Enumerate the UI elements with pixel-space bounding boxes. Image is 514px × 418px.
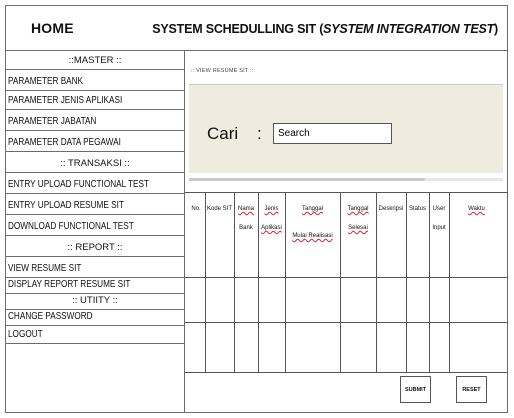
app-title-main: SYSTEM SCHEDULLING SIT (	[152, 22, 324, 36]
col-header-user: User	[432, 206, 446, 212]
sidebar-item-label: PARAMETER JABATAN	[8, 116, 97, 127]
col-header-tanggal-selesai-line2: Selesai	[348, 225, 368, 231]
col-header-user-line2: Input	[432, 225, 446, 231]
col-header-tanggal-mulai-line2: Mulai Realisasi	[292, 233, 333, 239]
col-header-nama: Nama	[237, 206, 254, 212]
sidebar-item-label: DISPLAY REPORT RESUME SIT	[8, 279, 131, 290]
table-col-divider	[258, 192, 259, 373]
resume-table: No. Kode SIT Nama Bank Jenis Aplikasi Ta…	[185, 192, 508, 373]
sidebar-menu: ::MASTER :: PARAMETER BANK PARAMETER JEN…	[5, 51, 185, 413]
table-col-divider	[285, 192, 286, 373]
sidebar-section-label: ::MASTER ::	[68, 55, 122, 66]
sidebar-item-label: PARAMETER JENIS APLIKASI	[8, 95, 123, 106]
table-col-divider	[340, 192, 341, 373]
col-header-deskripsi: Deskripsi	[378, 206, 404, 212]
sidebar-section-master: ::MASTER ::	[5, 51, 185, 70]
col-header-jenis-line2: Aplikasi	[261, 225, 282, 231]
sidebar-section-label: :: UTIITY ::	[72, 295, 118, 306]
home-link[interactable]: HOME	[31, 20, 74, 36]
sidebar-item-parameter-jenis-aplikasi[interactable]: PARAMETER JENIS APLIKASI	[5, 91, 185, 110]
sidebar-item-label: DOWNLOAD FUNCTIONAL TEST	[8, 221, 134, 232]
search-panel: Cari :	[189, 84, 503, 173]
search-input[interactable]	[273, 123, 392, 144]
sidebar-item-label: ENTRY UPLOAD RESUME SIT	[8, 200, 124, 211]
sidebar-section-label: :: REPORT ::	[67, 242, 123, 253]
table-col-divider	[449, 192, 450, 373]
col-header-tanggal-mulai: Tanggal	[301, 206, 324, 212]
col-header-waktu: Waktu	[468, 206, 485, 212]
sidebar-item-parameter-data-pegawai[interactable]: PARAMETER DATA PEGAWAI	[5, 131, 185, 152]
sidebar-item-label: LOGOUT	[8, 329, 43, 340]
table-col-divider	[234, 192, 235, 373]
reset-button[interactable]: RESET	[456, 376, 487, 403]
scrollbar-thumb[interactable]	[189, 178, 425, 181]
sidebar-item-label: ENTRY UPLOAD FUNCTIONAL TEST	[8, 179, 149, 190]
table-col-divider	[406, 192, 407, 373]
col-header-kode-sit: Kode SIT	[206, 206, 232, 212]
main-content: :: VIEW RESUME SIT :: Cari : No. Kode SI…	[185, 51, 508, 413]
sidebar-item-display-report-resume-sit[interactable]: DISPLAY REPORT RESUME SIT	[5, 278, 185, 294]
sidebar-section-transaksi: :: TRANSAKSI ::	[5, 152, 185, 173]
sidebar-item-entry-upload-resume-sit[interactable]: ENTRY UPLOAD RESUME SIT	[5, 194, 185, 215]
search-label: Cari	[207, 124, 239, 143]
sidebar-item-logout[interactable]: LOGOUT	[5, 326, 185, 344]
sidebar-item-parameter-jabatan[interactable]: PARAMETER JABATAN	[5, 110, 185, 131]
col-header-tanggal-selesai: Tanggal	[347, 206, 369, 212]
table-col-divider	[376, 192, 377, 373]
sidebar-item-label: CHANGE PASSWORD	[8, 311, 93, 322]
sidebar-item-change-password[interactable]: CHANGE PASSWORD	[5, 310, 185, 326]
submit-button[interactable]: SUBMIT	[400, 376, 431, 403]
sidebar-item-entry-upload-functional-test[interactable]: ENTRY UPLOAD FUNCTIONAL TEST	[5, 173, 185, 194]
col-header-jenis: Jenis	[264, 206, 279, 212]
app-title: SYSTEM SCHEDULLING SIT (SYSTEM INTEGRATI…	[152, 22, 498, 36]
table-col-divider	[205, 192, 206, 373]
sidebar-item-view-resume-sit[interactable]: VIEW RESUME SIT	[5, 257, 185, 278]
table-col-divider	[429, 192, 430, 373]
sidebar-section-utility: :: UTIITY ::	[5, 294, 185, 310]
sidebar-item-parameter-bank[interactable]: PARAMETER BANK	[5, 70, 185, 91]
sidebar-section-label: :: TRANSAKSI ::	[60, 158, 130, 169]
sidebar-item-label: VIEW RESUME SIT	[8, 263, 82, 274]
search-colon: :	[257, 124, 262, 143]
sidebar-item-label: PARAMETER DATA PEGAWAI	[8, 137, 121, 148]
sidebar-section-report: :: REPORT ::	[5, 236, 185, 257]
col-header-status: Status	[408, 206, 426, 212]
col-header-no: No.	[191, 206, 201, 212]
col-header-nama-line2: Bank	[239, 225, 253, 231]
header-bar: HOME SYSTEM SCHEDULLING SIT (SYSTEM INTE…	[5, 5, 508, 51]
sidebar-item-label: PARAMETER BANK	[8, 76, 84, 87]
section-label: :: VIEW RESUME SIT ::	[191, 68, 254, 74]
app-title-italic: SYSTEM INTEGRATION TEST	[323, 22, 495, 36]
app-title-end: )	[494, 22, 498, 36]
sidebar-item-download-functional-test[interactable]: DOWNLOAD FUNCTIONAL TEST	[5, 215, 185, 236]
